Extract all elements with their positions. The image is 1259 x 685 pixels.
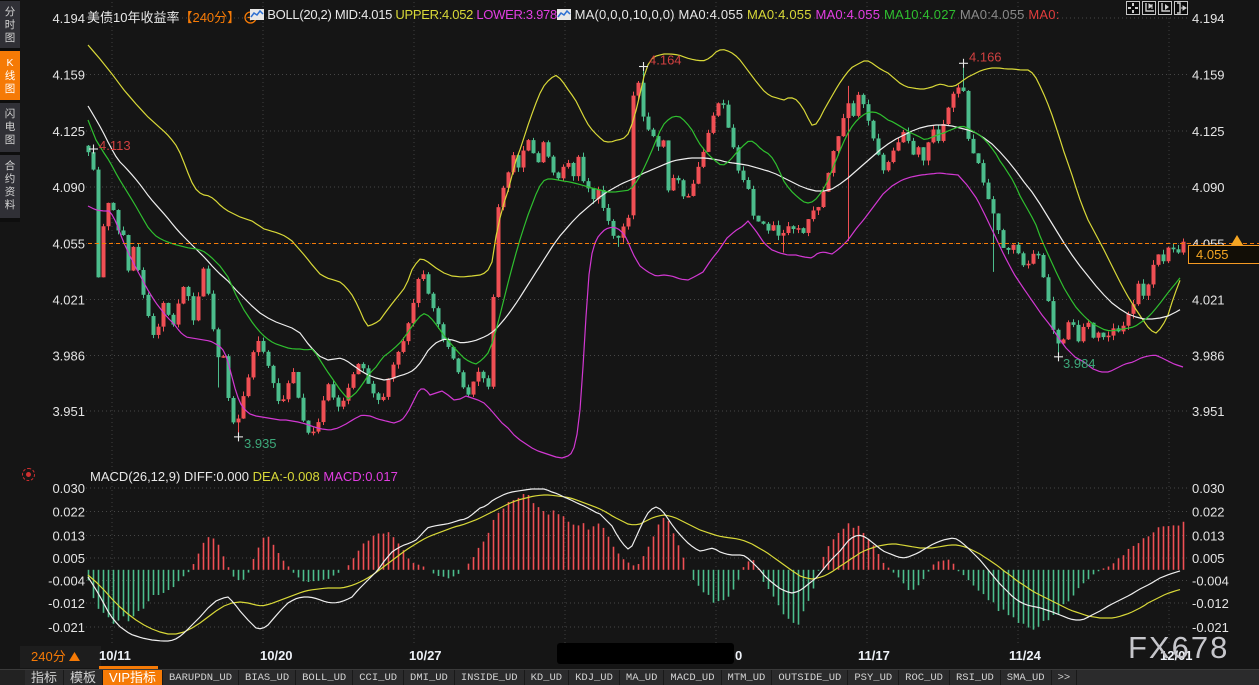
svg-text:4.159: 4.159 (52, 68, 85, 83)
svg-text:4.090: 4.090 (52, 180, 85, 195)
svg-text:-0.004: -0.004 (48, 574, 85, 589)
svg-text:0.022: 0.022 (1192, 505, 1225, 520)
svg-text:0.030: 0.030 (52, 481, 85, 496)
svg-text:3.935: 3.935 (244, 436, 277, 451)
svg-text:-0.012: -0.012 (48, 596, 85, 611)
svg-text:4.194: 4.194 (1192, 11, 1225, 26)
svg-text:3.986: 3.986 (52, 349, 85, 364)
svg-text:4.125: 4.125 (52, 124, 85, 139)
svg-text:4.090: 4.090 (1192, 180, 1225, 195)
svg-text:4.164: 4.164 (649, 53, 682, 68)
svg-text:-0.012: -0.012 (1192, 596, 1229, 611)
svg-text:0.022: 0.022 (52, 505, 85, 520)
svg-text:-0.021: -0.021 (48, 620, 85, 635)
svg-text:0.005: 0.005 (52, 551, 85, 566)
svg-text:4.021: 4.021 (52, 293, 85, 308)
svg-text:3.986: 3.986 (1192, 349, 1225, 364)
svg-text:3.951: 3.951 (52, 404, 85, 419)
svg-text:4.125: 4.125 (1192, 124, 1225, 139)
svg-text:0.005: 0.005 (1192, 551, 1225, 566)
svg-text:-0.004: -0.004 (1192, 574, 1229, 589)
svg-text:4.166: 4.166 (969, 49, 1002, 64)
svg-text:0.013: 0.013 (52, 529, 85, 544)
svg-text:4.055: 4.055 (52, 237, 85, 252)
svg-text:0.013: 0.013 (1192, 529, 1225, 544)
svg-text:0.030: 0.030 (1192, 481, 1225, 496)
svg-text:4.113: 4.113 (99, 138, 131, 153)
svg-text:4.194: 4.194 (52, 11, 85, 26)
svg-text:4.159: 4.159 (1192, 68, 1225, 83)
svg-text:4.021: 4.021 (1192, 293, 1225, 308)
svg-text:3.951: 3.951 (1192, 404, 1225, 419)
svg-text:3.984: 3.984 (1063, 356, 1096, 371)
